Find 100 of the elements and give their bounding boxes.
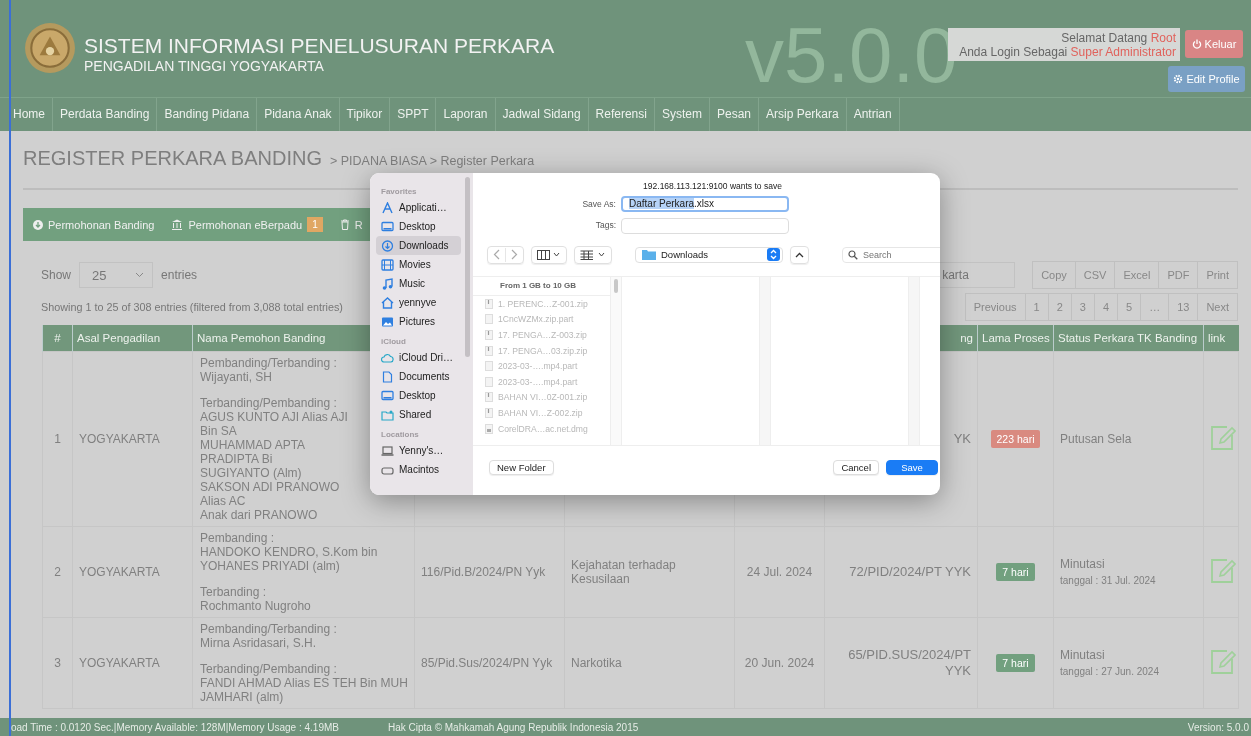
nav-menu-item[interactable]: Pidana Anak — [257, 98, 340, 131]
dialog-button[interactable]: Save — [886, 460, 938, 475]
edit-icon[interactable] — [1210, 424, 1236, 451]
party-name: YOHANES PRIYADI (alm) — [200, 559, 341, 573]
party-name: Wijayanti, SH — [200, 370, 274, 384]
dialog-button[interactable]: New Folder — [489, 460, 554, 475]
table-cell: 72/PID/2024/PT YYK — [849, 564, 971, 579]
count-badge: 1 — [307, 217, 323, 232]
laptop-icon — [381, 444, 394, 457]
nav-menu-item[interactable]: Arsip Perkara — [759, 98, 847, 131]
page-size-select[interactable]: 25 — [79, 262, 154, 288]
column-header: Asal Pengadilan — [72, 325, 193, 352]
app-subtitle: PENGADILAN TINGGI YOGYAKARTA — [84, 58, 325, 74]
export-button[interactable]: Print — [1197, 261, 1238, 289]
export-button[interactable]: PDF — [1158, 261, 1199, 289]
nav-menu-item[interactable]: Banding Pidana — [157, 98, 258, 131]
party-role: Pembanding : — [200, 531, 276, 545]
nav-menu-item[interactable]: Home — [10, 98, 53, 131]
download-icon — [33, 219, 43, 230]
party-name: HANDOKO KENDRO, S.Kom bin — [200, 545, 379, 559]
table-cell: Narkotika — [571, 656, 622, 670]
edit-icon[interactable] — [1210, 557, 1236, 584]
status-date: tanggal : 27 Jun. 2024 — [1060, 664, 1160, 679]
status-date: tanggal : 31 Jul. 2024 — [1060, 573, 1157, 588]
table-cell: Kejahatan terhadap Kesusilaan — [571, 558, 676, 586]
zip-file-icon — [485, 407, 493, 418]
sidebar-item[interactable]: Downloads — [376, 236, 461, 255]
dialog-button[interactable]: Cancel — [833, 460, 879, 475]
column-view-button[interactable] — [531, 245, 567, 264]
sidebar-item[interactable]: Movies — [376, 255, 461, 274]
nav-menu-item[interactable]: Pesan — [709, 98, 759, 131]
party-role: Terbanding/Pembanding : — [200, 662, 338, 676]
pagination-button[interactable]: Previous — [964, 293, 1026, 321]
sidebar-item[interactable]: Documents — [376, 367, 461, 386]
sidebar-item[interactable]: Shared — [376, 405, 461, 424]
nav-menu-item[interactable]: Laporan — [436, 98, 496, 131]
nav-menu-item[interactable]: Jadwal Sidang — [495, 98, 589, 131]
nav-menu-item[interactable]: SPPT — [390, 98, 437, 131]
group-view-button[interactable] — [574, 245, 612, 264]
sidebar-item[interactable]: Desktop — [376, 386, 461, 405]
scrollbar-track[interactable] — [610, 277, 622, 445]
table-cell: YOGYAKARTA — [72, 617, 193, 709]
sidebar-item[interactable]: Applicati… — [376, 198, 461, 217]
expand-button[interactable] — [790, 245, 809, 264]
nav-menu-item[interactable]: Tipikor — [339, 98, 391, 131]
table-cell: YOGYAKARTA — [72, 526, 193, 618]
action-link[interactable]: Permohonan eBerpadu 1 — [171, 217, 323, 232]
party-name: Anak dari PRANOWO — [200, 508, 319, 522]
nav-menu-item[interactable]: Perdata Banding — [53, 98, 158, 131]
action-link[interactable]: Permohonan Banding — [33, 218, 155, 231]
pagination-button[interactable]: 5 — [1117, 293, 1142, 321]
party-name: SAKSON ADI PRANOWO Alias AC — [200, 480, 341, 508]
pagination-button[interactable]: 3 — [1070, 293, 1095, 321]
sidebar-heading: Favorites — [380, 186, 418, 198]
location-popup[interactable]: Downloads — [635, 246, 783, 263]
party-name: FANDI AHMAD Alias ES TEH Bin MUH — [200, 676, 408, 690]
nav-menu-item[interactable]: Antrian — [846, 98, 900, 131]
action-link[interactable]: R — [339, 218, 363, 231]
sidebar-item[interactable]: Macintos — [376, 460, 461, 479]
shared-folder-icon — [381, 408, 394, 421]
nav-menu-item[interactable]: Referensi — [588, 98, 655, 131]
back-forward-buttons[interactable] — [487, 245, 524, 264]
monitor-icon — [381, 220, 394, 233]
sidebar-item[interactable]: yennyve — [376, 293, 461, 312]
pagination-button[interactable]: 1 — [1024, 293, 1049, 321]
party-name: JAMHARI (alm) — [200, 690, 285, 704]
tags-field[interactable] — [621, 218, 789, 234]
duration-badge: 7 hari — [996, 654, 1035, 672]
edit-profile-button[interactable]: Edit Profile — [1168, 66, 1245, 92]
sidebar-item[interactable]: Desktop — [376, 217, 461, 236]
picture-icon — [381, 315, 394, 328]
filename-field[interactable]: Daftar Perkara.xlsx — [621, 196, 789, 212]
pagination-button[interactable]: Next — [1197, 293, 1238, 321]
status-text: Minutasi — [1060, 647, 1106, 662]
search-field[interactable]: Search — [842, 246, 940, 263]
pagination-button[interactable]: 13 — [1168, 293, 1199, 321]
status-text: Putusan Sela — [1060, 432, 1133, 446]
export-button[interactable]: Excel — [1114, 261, 1160, 289]
table-cell: 24 Jul. 2024 — [746, 565, 813, 579]
logout-button[interactable]: Keluar — [1185, 30, 1243, 58]
chevron-down-icon — [135, 272, 145, 278]
sidebar-item[interactable]: Yenny's… — [376, 441, 461, 460]
edit-icon[interactable] — [1210, 648, 1236, 675]
party-name: Rochmanto Nugroho — [200, 599, 312, 613]
export-button[interactable]: Copy — [1032, 261, 1076, 289]
pagination-button[interactable]: 2 — [1047, 293, 1072, 321]
export-button[interactable]: CSV — [1074, 261, 1116, 289]
copyright-text: Hak Cipta © Mahkamah Agung Republik Indonesia 2015 — [387, 721, 640, 733]
scrollbar-thumb[interactable] — [465, 177, 470, 357]
table-cell: 20 Jun. 2024 — [744, 656, 815, 670]
nav-menu-item[interactable]: System — [654, 98, 710, 131]
pagination-button[interactable]: … — [1140, 293, 1170, 321]
table-cell: 2 — [42, 526, 73, 618]
monitor-icon — [381, 389, 394, 402]
party-name: MUHAMMAD APTA PRADIPTA Bi — [200, 438, 306, 466]
document-icon — [381, 370, 394, 383]
sidebar-item[interactable]: Music — [376, 274, 461, 293]
emblem-logo — [24, 22, 76, 74]
grid-icon — [580, 249, 606, 260]
party-role: Terbanding/Pembanding : — [200, 396, 338, 410]
